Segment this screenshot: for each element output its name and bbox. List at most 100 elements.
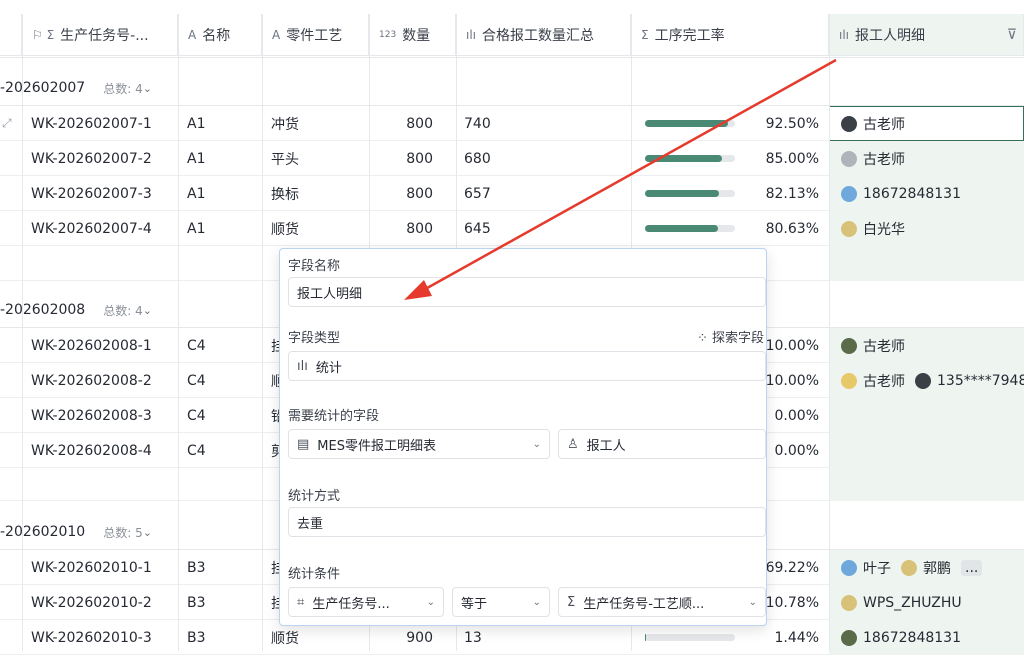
cell-reporter[interactable]: 古老师 bbox=[829, 328, 1024, 363]
cell-rate[interactable]: 80.63% bbox=[631, 211, 829, 246]
header-label: 名称 bbox=[202, 27, 231, 44]
header-reporter[interactable]: ılı 报工人明细 ⊽ bbox=[829, 14, 1024, 56]
cell-reporter[interactable]: 18672848131 bbox=[829, 176, 1024, 211]
cell-task-no[interactable]: WK-202602010-3 bbox=[31, 620, 152, 655]
cell-qty[interactable]: 800 bbox=[369, 211, 433, 246]
empty-reporter-cell bbox=[829, 466, 1024, 501]
rate-value: 0.00% bbox=[774, 407, 819, 424]
cell-rate[interactable]: 85.00% bbox=[631, 141, 829, 176]
cell-reporter[interactable]: 古老师 135****7948 bbox=[829, 363, 1024, 398]
header-qty[interactable]: 123 数量 bbox=[369, 14, 456, 56]
group-count: 总数: 5 bbox=[103, 525, 143, 540]
cell-task-no[interactable]: WK-202602007-4 bbox=[31, 211, 152, 246]
stat-table-select[interactable]: ▤ MES零件报工明细表 ⌄ bbox=[288, 429, 550, 459]
cell-name[interactable]: A1 bbox=[187, 176, 205, 211]
cell-name[interactable]: B3 bbox=[187, 620, 206, 655]
progress-bar bbox=[645, 225, 735, 232]
cell-process[interactable]: 换标 bbox=[271, 176, 299, 211]
cell-qty[interactable]: 800 bbox=[369, 176, 433, 211]
header-task-no[interactable]: ⚐ Σ 生产任务号-... bbox=[22, 14, 178, 56]
divider bbox=[0, 57, 1024, 58]
rate-value: 92.50% bbox=[765, 115, 819, 132]
cell-reporter[interactable]: 叶子 郭鹏... bbox=[829, 550, 1024, 585]
filter-icon[interactable]: ⊽ bbox=[1007, 27, 1017, 43]
cell-reporter[interactable]: 白光华 bbox=[829, 211, 1024, 246]
rate-value: 0.00% bbox=[774, 442, 819, 459]
table-row[interactable]: WK-202602007-3 A1 换标 657 800 82.13% 1867284813… bbox=[0, 176, 1024, 211]
cell-qty[interactable]: 800 bbox=[369, 141, 433, 176]
header-label: 零件工艺 bbox=[286, 27, 343, 44]
reporter-chip: ... bbox=[961, 559, 983, 576]
cell-qty[interactable]: 800 bbox=[369, 106, 433, 141]
cell-process[interactable]: 冲货 bbox=[271, 106, 299, 141]
header-process[interactable]: A 零件工艺 bbox=[262, 14, 369, 56]
cell-task-no[interactable]: WK-202602007-1 bbox=[31, 106, 152, 141]
chevron-down-icon[interactable]: ⌄ bbox=[143, 526, 152, 539]
condition-operator-select[interactable]: 等于 ⌄ bbox=[452, 587, 550, 617]
condition-field-select[interactable]: ⌗ 生产任务号... ⌄ bbox=[288, 587, 444, 617]
condition-value-select[interactable]: Σ 生产任务号-工艺顺... ⌄ bbox=[558, 587, 766, 617]
field-type-label: 字段类型 bbox=[288, 331, 341, 346]
cell-reporter[interactable]: 古老师 bbox=[829, 106, 1024, 141]
cell-name[interactable]: A1 bbox=[187, 141, 205, 176]
reporter-chip: 叶子 bbox=[841, 558, 891, 578]
cell-qualified[interactable]: 657 bbox=[464, 176, 491, 211]
cell-task-no[interactable]: WK-202602010-2 bbox=[31, 585, 152, 620]
cell-name[interactable]: C4 bbox=[187, 363, 206, 398]
group-count: 总数: 4 bbox=[103, 81, 143, 96]
reporter-chip: 135****7948 bbox=[915, 372, 1024, 389]
cell-qualified[interactable]: 645 bbox=[464, 211, 491, 246]
cell-name[interactable]: C4 bbox=[187, 433, 206, 468]
table-row[interactable]: WK-202602007-4 A1 顺货 645 800 80.63% 白光华 bbox=[0, 211, 1024, 246]
chevron-down-icon[interactable]: ⌄ bbox=[143, 304, 152, 317]
cell-reporter[interactable] bbox=[829, 398, 1024, 433]
field-name-value: 报工人明细 bbox=[297, 286, 363, 302]
field-name-input[interactable]: 报工人明细 bbox=[288, 277, 766, 307]
table-row[interactable]: WK-202602007-2 A1 平头 680 800 85.00% 古老师 bbox=[0, 141, 1024, 176]
cell-reporter[interactable] bbox=[829, 433, 1024, 468]
stat-field-select[interactable]: ♙ 报工人 bbox=[558, 429, 766, 459]
explore-field-button[interactable]: ⁘ 探索字段 bbox=[697, 327, 764, 346]
column-divider bbox=[829, 14, 830, 651]
header-label: 生产任务号-... bbox=[60, 27, 149, 44]
cell-name[interactable]: A1 bbox=[187, 106, 205, 141]
cell-reporter[interactable]: 18672848131 bbox=[829, 620, 1024, 655]
cell-rate[interactable]: 92.50% bbox=[631, 106, 829, 141]
group-count: 总数: 4 bbox=[103, 303, 143, 318]
cell-name[interactable]: C4 bbox=[187, 328, 206, 363]
cell-task-no[interactable]: WK-202602008-2 bbox=[31, 363, 152, 398]
method-select[interactable]: 去重 bbox=[288, 507, 766, 537]
cell-rate[interactable]: 82.13% bbox=[631, 176, 829, 211]
cell-task-no[interactable]: WK-202602010-1 bbox=[31, 550, 152, 585]
cell-task-no[interactable]: WK-202602008-3 bbox=[31, 398, 152, 433]
header-qualified[interactable]: ılı 合格报工数量汇总 bbox=[456, 14, 631, 56]
reporter-name: 叶子 bbox=[863, 560, 891, 577]
cell-qualified[interactable]: 740 bbox=[464, 106, 491, 141]
explore-label: 探索字段 bbox=[711, 331, 764, 346]
progress-bar bbox=[645, 155, 735, 162]
header-rate[interactable]: Σ 工序完工率 bbox=[631, 14, 829, 56]
cell-task-no[interactable]: WK-202602007-3 bbox=[31, 176, 152, 211]
cell-name[interactable]: B3 bbox=[187, 585, 206, 620]
cell-qualified[interactable]: 680 bbox=[464, 141, 491, 176]
rate-value: 10.00% bbox=[765, 337, 819, 354]
field-type-select[interactable]: ılı 统计 bbox=[288, 351, 766, 381]
header-name[interactable]: A 名称 bbox=[178, 14, 262, 56]
cell-reporter[interactable]: 古老师 bbox=[829, 141, 1024, 176]
cell-task-no[interactable]: WK-202602008-4 bbox=[31, 433, 152, 468]
cell-process[interactable]: 平头 bbox=[271, 141, 299, 176]
reporter-chip: 18672848131 bbox=[841, 185, 961, 202]
cell-task-no[interactable]: WK-202602007-2 bbox=[31, 141, 152, 176]
progress-fill bbox=[645, 120, 728, 127]
table-row[interactable]: ⤢ WK-202602007-1 A1 冲货 740 800 92.50% 古老师 bbox=[0, 106, 1024, 141]
cell-name[interactable]: A1 bbox=[187, 211, 205, 246]
cell-process[interactable]: 顺货 bbox=[271, 211, 299, 246]
cell-task-no[interactable]: WK-202602008-1 bbox=[31, 328, 152, 363]
cell-reporter[interactable]: WPS_ZHUZHU bbox=[829, 585, 1024, 620]
column-divider bbox=[262, 14, 263, 651]
expand-icon[interactable]: ⤢ bbox=[2, 106, 12, 141]
cell-name[interactable]: B3 bbox=[187, 550, 206, 585]
cell-name[interactable]: C4 bbox=[187, 398, 206, 433]
chevron-down-icon[interactable]: ⌄ bbox=[143, 82, 152, 95]
scan-icon: ⌗ bbox=[297, 594, 305, 610]
